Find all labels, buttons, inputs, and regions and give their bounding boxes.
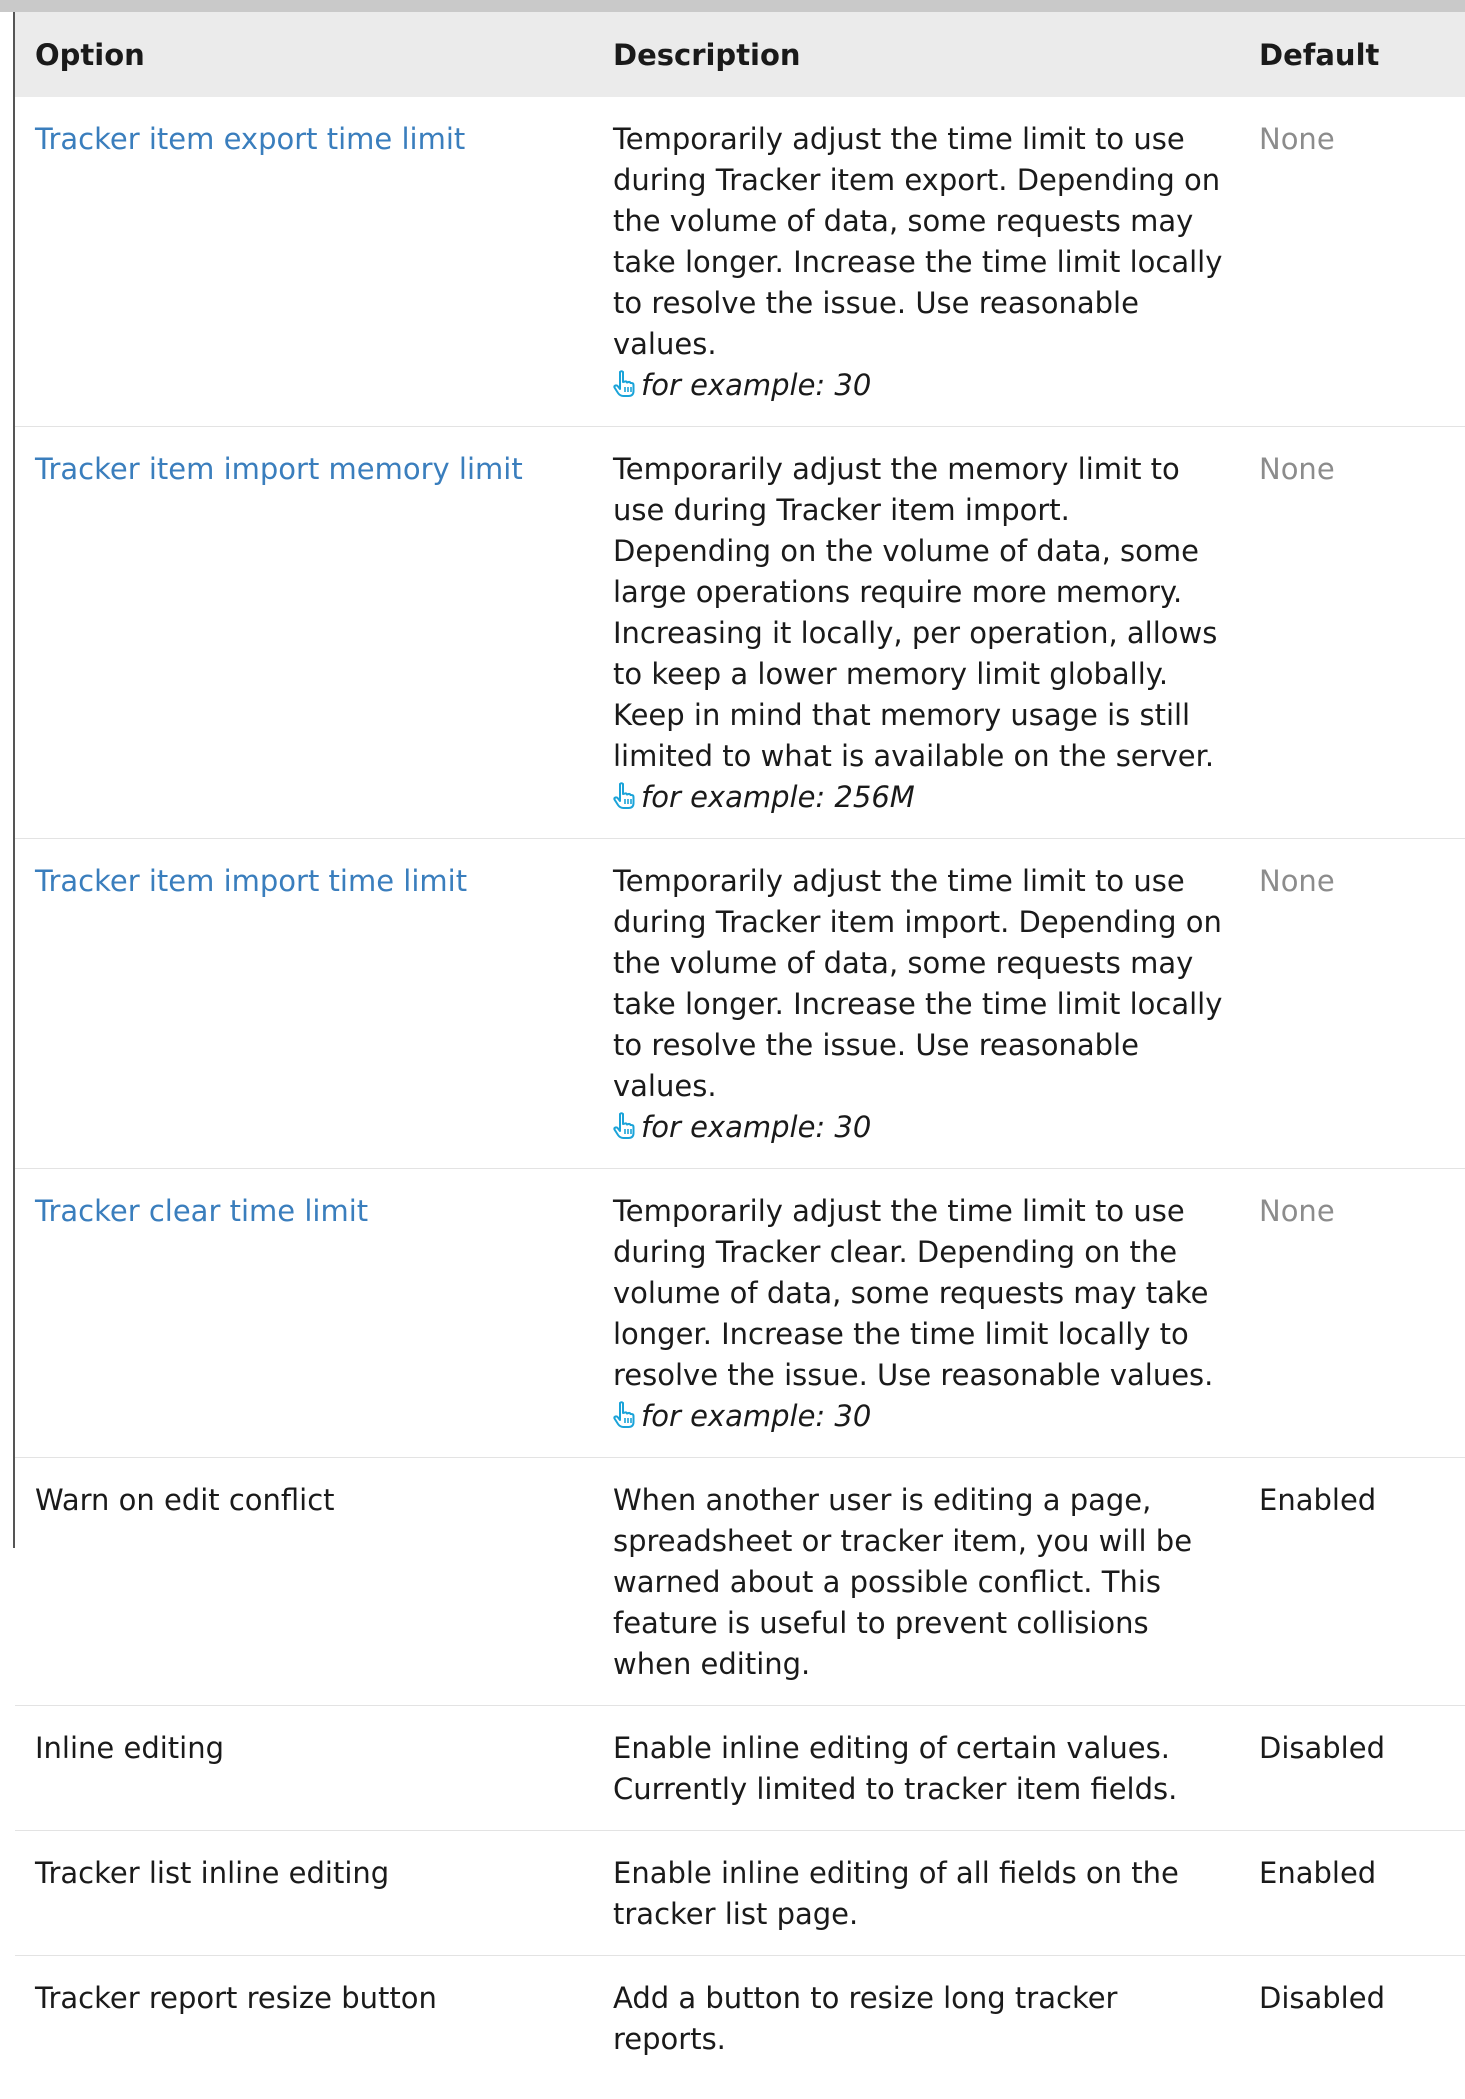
example-hint: for example: 30 [613, 365, 1229, 406]
example-text: for example: 256M [641, 780, 915, 814]
default-value: Enabled [1259, 1856, 1377, 1890]
page: Option Description Default Tracker item … [0, 0, 1465, 2099]
option-link-tracker-item-import-time-limit[interactable]: Tracker item import time limit [35, 864, 467, 898]
table-row: Tracker clear time limit Temporarily adj… [15, 1168, 1465, 1458]
preferences-table: Option Description Default Tracker item … [15, 12, 1465, 2080]
example-hint: for example: 30 [613, 1107, 1229, 1148]
option-description: Enable inline editing of all fields on t… [613, 1856, 1179, 1931]
table-row: Tracker item import time limit Temporari… [15, 838, 1465, 1169]
default-value: Disabled [1259, 1981, 1385, 2015]
option-link-tracker-item-export-time-limit[interactable]: Tracker item export time limit [35, 122, 465, 156]
option-link-tracker-clear-time-limit[interactable]: Tracker clear time limit [35, 1194, 368, 1228]
preferences-table-container: Option Description Default Tracker item … [15, 12, 1465, 2080]
option-description: Enable inline editing of certain values.… [613, 1731, 1178, 1806]
default-value: Enabled [1259, 1483, 1377, 1517]
example-text: for example: 30 [641, 1399, 872, 1433]
option-label-tracker-list-inline-editing: Tracker list inline editing [35, 1856, 390, 1890]
table-body: Tracker item export time limit Temporari… [15, 97, 1465, 2080]
table-row: Warn on edit conflict When another user … [15, 1457, 1465, 1706]
pointing-hand-icon [613, 370, 635, 397]
pointing-hand-icon [613, 782, 635, 809]
option-description: Temporarily adjust the time limit to use… [613, 1194, 1214, 1392]
table-header: Option Description Default [15, 12, 1465, 97]
pointing-hand-icon [613, 1401, 635, 1428]
option-description: When another user is editing a page, spr… [613, 1483, 1193, 1681]
option-description: Temporarily adjust the time limit to use… [613, 122, 1223, 361]
table-row: Tracker item export time limit Temporari… [15, 97, 1465, 427]
table-row: Tracker report resize button Add a butto… [15, 1955, 1465, 2080]
header-option: Option [35, 37, 145, 72]
header-default: Default [1259, 37, 1380, 72]
example-text: for example: 30 [641, 368, 872, 402]
option-description: Temporarily adjust the time limit to use… [613, 864, 1223, 1103]
table-row: Tracker list inline editing Enable inlin… [15, 1830, 1465, 1956]
option-label-warn-on-edit-conflict: Warn on edit conflict [35, 1483, 335, 1517]
option-label-inline-editing: Inline editing [35, 1731, 225, 1765]
option-label-tracker-report-resize-button: Tracker report resize button [35, 1981, 437, 2015]
table-row: Inline editing Enable inline editing of … [15, 1705, 1465, 1831]
header-row: Option Description Default [15, 12, 1465, 97]
table-row: Tracker item import memory limit Tempora… [15, 426, 1465, 839]
option-description: Add a button to resize long tracker repo… [613, 1981, 1118, 2056]
example-hint: for example: 256M [613, 777, 1229, 818]
top-divider [0, 0, 1465, 12]
default-value: None [1259, 122, 1335, 156]
header-description: Description [613, 37, 801, 72]
pointing-hand-icon [613, 1112, 635, 1139]
default-value: None [1259, 452, 1335, 486]
option-description: Temporarily adjust the memory limit to u… [613, 452, 1218, 773]
option-link-tracker-item-import-memory-limit[interactable]: Tracker item import memory limit [35, 452, 523, 486]
default-value: None [1259, 864, 1335, 898]
default-value: Disabled [1259, 1731, 1385, 1765]
example-text: for example: 30 [641, 1110, 872, 1144]
example-hint: for example: 30 [613, 1396, 1229, 1437]
default-value: None [1259, 1194, 1335, 1228]
